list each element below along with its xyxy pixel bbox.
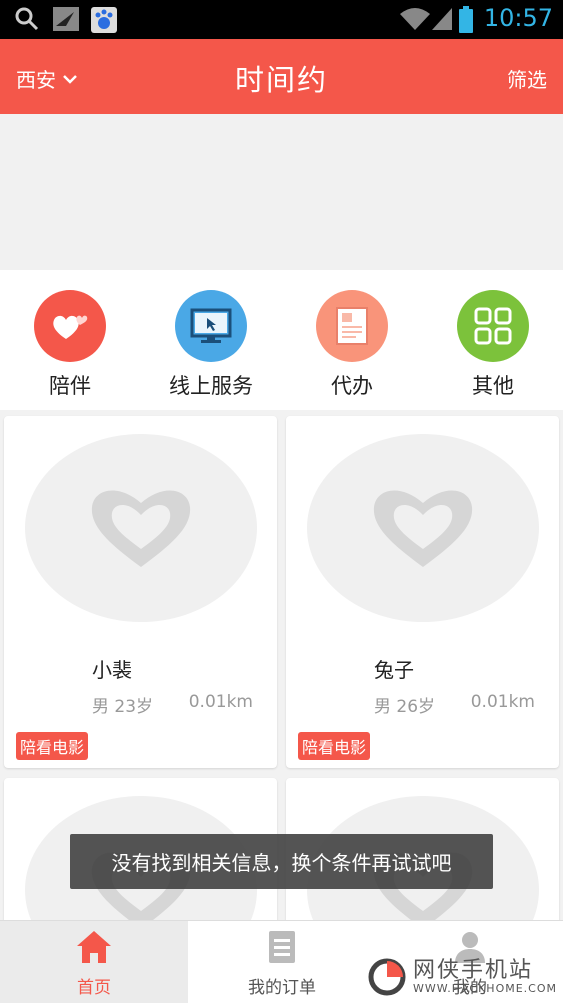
status-bar: 10:57 (0, 0, 563, 39)
user-card[interactable]: 小裴 男 23岁 0.01km 陪看电影 (4, 416, 277, 768)
app-header: 西安 时间约 筛选 (0, 39, 563, 114)
monitor-icon (190, 308, 232, 343)
status-time: 10:57 (483, 4, 553, 32)
watermark-logo (368, 958, 406, 996)
service-tag: 陪看电影 (16, 732, 89, 760)
user-card[interactable]: 兔子 男 26岁 0.01km 陪看电影 (286, 416, 559, 768)
watermark-text: 网侠手机站 (412, 957, 533, 983)
wifi-icon (400, 8, 430, 30)
battery-icon (459, 6, 473, 33)
toast-message: 没有找到相关信息，换个条件再试试吧 (70, 834, 493, 889)
category-other[interactable]: 其他 (433, 290, 553, 400)
category-icon-circle (175, 290, 247, 362)
hearts-icon (53, 315, 88, 339)
order-list-icon (269, 931, 295, 963)
category-label: 其他 (472, 374, 514, 398)
avatar-placeholder (25, 434, 257, 622)
heart-placeholder-icon (91, 490, 191, 567)
page-title: 时间约 (234, 63, 328, 97)
tab-orders[interactable]: 我的订单 (188, 921, 376, 1003)
service-tag: 陪看电影 (298, 732, 371, 760)
user-distance: 0.01km (470, 692, 535, 712)
user-distance: 0.01km (188, 692, 253, 712)
home-icon (77, 931, 111, 963)
category-row: 陪伴 线上服务 代办 其他 (0, 270, 563, 410)
category-icon-circle (34, 290, 106, 362)
user-name: 小裴 (92, 658, 132, 682)
search-icon (15, 7, 39, 31)
heart-placeholder-icon (373, 490, 473, 567)
tab-home[interactable]: 首页 (0, 921, 188, 1003)
user-gender-age: 男 26岁 (374, 697, 436, 717)
avatar-placeholder (307, 434, 539, 622)
user-gender-age: 男 23岁 (92, 697, 154, 717)
watermark: 网侠手机站 WWW.HACKHOME.COM (367, 957, 557, 997)
category-label: 陪伴 (49, 374, 91, 398)
bottom-tab-bar: 首页 我的订单 我的 网侠手机站 WWW.HACKHOME.COM (0, 920, 563, 1003)
tab-label: 首页 (77, 978, 111, 998)
tab-label: 我的订单 (248, 978, 316, 998)
category-label: 线上服务 (169, 374, 253, 398)
app-notification-icon (53, 7, 79, 31)
filter-button[interactable]: 筛选 (507, 64, 547, 93)
category-errand[interactable]: 代办 (292, 290, 412, 400)
category-accompany[interactable]: 陪伴 (10, 290, 130, 400)
banner-area[interactable] (0, 114, 563, 270)
document-icon (336, 307, 368, 345)
baidu-icon (91, 7, 117, 33)
category-label: 代办 (331, 374, 373, 398)
category-icon-circle (457, 290, 529, 362)
category-icon-circle (316, 290, 388, 362)
watermark-url: WWW.HACKHOME.COM (412, 982, 557, 996)
grid-icon (474, 307, 512, 345)
user-name: 兔子 (374, 658, 414, 682)
category-online-service[interactable]: 线上服务 (151, 290, 271, 400)
signal-icon (432, 8, 452, 30)
